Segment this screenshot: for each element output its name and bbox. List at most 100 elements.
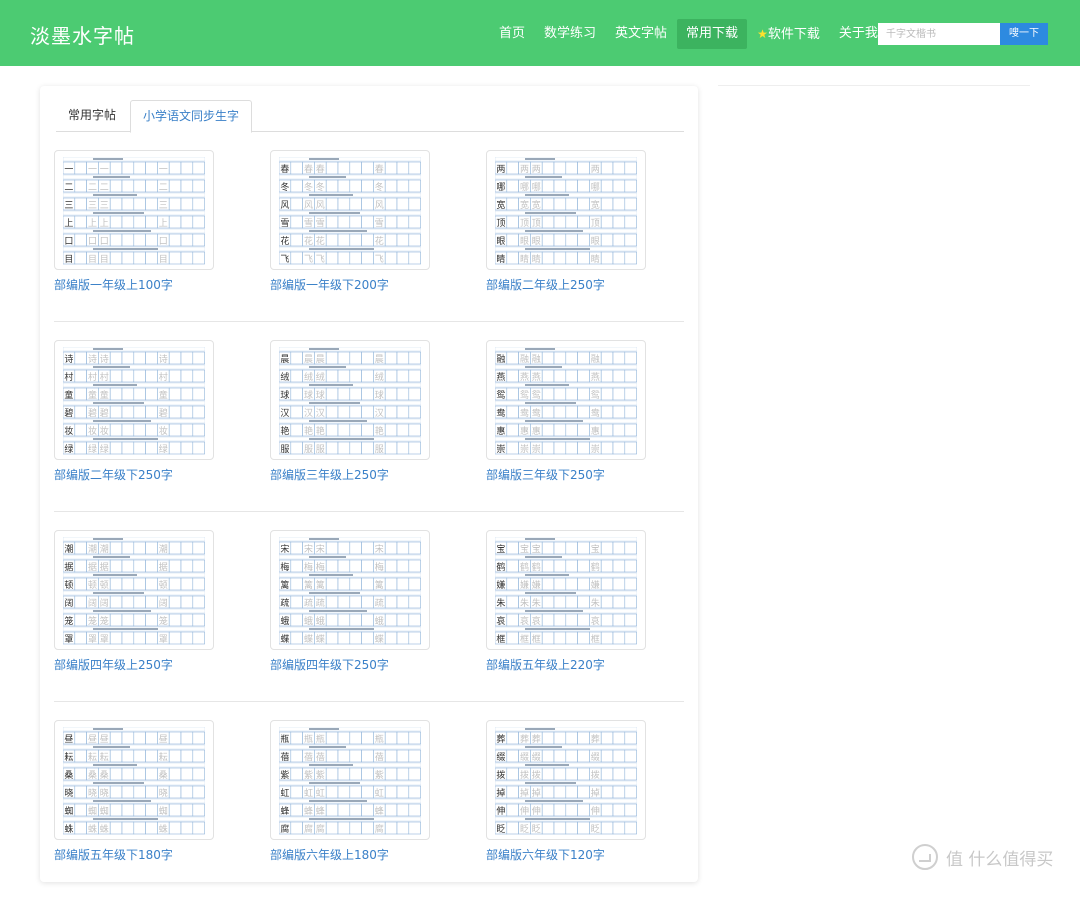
practice-character: 顿: [159, 579, 168, 591]
practice-cell: [384, 161, 398, 175]
practice-cell: [553, 631, 567, 645]
practice-cell: [577, 179, 590, 193]
copybook-card[interactable]: 晨晨晨晨绒绒绒绒球球球球汉汉汉汉艳艳艳艳服服服服 部编版三年级上250字: [270, 340, 430, 483]
practice-cell: [168, 233, 182, 247]
practice-character: 耘: [64, 752, 73, 763]
practice-cell: [109, 767, 123, 781]
practice-cell: [133, 179, 146, 193]
copybook-card[interactable]: 两两两两哪哪哪哪宽宽宽宽顶顶顶顶眼眼眼眼睛睛睛睛 部编版二年级上250字: [486, 150, 646, 293]
copybook-card[interactable]: 春春春春冬冬冬冬风风风风雪雪雪雪花花花花飞飞飞飞 部编版一年级下200字: [270, 150, 430, 293]
copybook-thumbnail[interactable]: 昼昼昼昼耘耘耘耘桑桑桑桑晓晓晓晓蜘蜘蜘蜘蛛蛛蛛蛛: [54, 720, 214, 840]
practice-cell: [506, 731, 519, 745]
practice-cell: [384, 595, 398, 609]
copybook-card[interactable]: 一一一一二二二二三三三三上上上上口口口口目目目目 部编版一年级上100字: [54, 150, 214, 293]
practice-cell: [180, 767, 194, 781]
copybook-card[interactable]: 融融融融燕燕燕燕鸳鸳鸳鸳鸯鸯鸯鸯惠惠惠惠崇崇崇崇 部编版三年级下250字: [486, 340, 646, 483]
practice-cell: [565, 405, 578, 419]
copybook-card[interactable]: 葬葬葬葬缀缀缀缀拨拨拨拨掉掉掉掉伸伸伸伸眨眨眨眨 部编版六年级下120字: [486, 720, 646, 863]
practice-cell: [408, 785, 421, 799]
practice-character: 桑: [88, 770, 97, 781]
practice-character: 眨: [532, 824, 541, 835]
practice-cell: [408, 731, 421, 745]
copybook-thumbnail[interactable]: 晨晨晨晨绒绒绒绒球球球球汉汉汉汉艳艳艳艳服服服服: [270, 340, 430, 460]
copybook-card[interactable]: 宝宝宝宝鹤鹤鹤鹤嫌嫌嫌嫌朱朱朱朱哀哀哀哀框框框框 部编版五年级上220字: [486, 530, 646, 673]
copybook-thumbnail[interactable]: 诗诗诗诗村村村村童童童童碧碧碧碧妆妆妆妆绿绿绿绿: [54, 340, 214, 460]
copybook-title[interactable]: 部编版二年级下250字: [54, 466, 214, 483]
practice-cell: [145, 387, 158, 401]
copybook-card[interactable]: 诗诗诗诗村村村村童童童童碧碧碧碧妆妆妆妆绿绿绿绿 部编版二年级下250字: [54, 340, 214, 483]
copybook-card[interactable]: 昼昼昼昼耘耘耘耘桑桑桑桑晓晓晓晓蜘蜘蜘蜘蛛蛛蛛蛛 部编版五年级下180字: [54, 720, 214, 863]
copybook-title[interactable]: 部编版六年级上180字: [270, 846, 430, 863]
practice-cell: [396, 749, 410, 763]
nav-item-math[interactable]: 数学练习: [535, 19, 605, 49]
copybook-thumbnail[interactable]: 宝宝宝宝鹤鹤鹤鹤嫌嫌嫌嫌朱朱朱朱哀哀哀哀框框框框: [486, 530, 646, 650]
practice-character: 睛: [520, 254, 529, 265]
copybook-title[interactable]: 部编版五年级下180字: [54, 846, 214, 863]
stroke-order-strip: [309, 348, 339, 350]
practice-cell: [384, 405, 398, 419]
nav-item-downloads[interactable]: 常用下载: [677, 19, 748, 49]
tab-primary-chinese[interactable]: 小学语文同步生字: [130, 100, 253, 133]
copybook-thumbnail[interactable]: 一一一一二二二二三三三三上上上上口口口口目目目目: [54, 150, 214, 270]
practice-character: 鸯: [591, 407, 600, 419]
copybook-card[interactable]: 瓶瓶瓶瓶蓓蓓蓓蓓紫紫紫紫虹虹虹虹蜂蜂蜂蜂腐腐腐腐 部编版六年级上180字: [270, 720, 430, 863]
copybook-title[interactable]: 部编版五年级上220字: [486, 656, 646, 673]
practice-cell: [290, 251, 303, 265]
practice-cell: [612, 179, 626, 193]
copybook-title[interactable]: 部编版一年级下200字: [270, 276, 430, 293]
practice-cell: [600, 387, 614, 401]
search-input[interactable]: [878, 23, 1000, 45]
practice-cell: [145, 767, 158, 781]
practice-cell: [349, 731, 362, 745]
practice-cell: [384, 233, 398, 247]
practice-cell: [612, 197, 626, 211]
practice-cell: [577, 233, 590, 247]
practice-cell: [600, 595, 614, 609]
copybook-title[interactable]: 部编版四年级上250字: [54, 656, 214, 673]
practice-cell: [577, 423, 590, 437]
site-logo[interactable]: 淡墨水字帖: [30, 20, 135, 49]
copybook-thumbnail[interactable]: 融融融融燕燕燕燕鸳鸳鸳鸳鸯鸯鸯鸯惠惠惠惠崇崇崇崇: [486, 340, 646, 460]
practice-cell: [506, 387, 519, 401]
search-button[interactable]: 嗖一下: [1000, 23, 1048, 45]
copybook-title[interactable]: 部编版二年级上250字: [486, 276, 646, 293]
practice-cell: [553, 423, 567, 437]
practice-character: 朱: [591, 597, 600, 609]
practice-character: 上: [100, 218, 109, 229]
copybook-thumbnail[interactable]: 春春春春冬冬冬冬风风风风雪雪雪雪花花花花飞飞飞飞: [270, 150, 430, 270]
copybook-title[interactable]: 部编版一年级上100字: [54, 276, 214, 293]
copybook-title[interactable]: 部编版三年级上250字: [270, 466, 430, 483]
copybook-thumbnail[interactable]: 宋宋宋宋梅梅梅梅篱篱篱篱疏疏疏疏蛾蛾蛾蛾蝶蝶蝶蝶: [270, 530, 430, 650]
practice-cell: [384, 803, 398, 817]
copybook-card[interactable]: 潮潮潮潮据据据据顿顿顿顿阔阔阔阔笼笼笼笼罩罩罩罩 部编版四年级上250字: [54, 530, 214, 673]
stroke-order-strip: [309, 230, 367, 232]
practice-cell: [145, 197, 158, 211]
practice-character: 顿: [100, 579, 109, 591]
copybook-thumbnail[interactable]: 葬葬葬葬缀缀缀缀拨拨拨拨掉掉掉掉伸伸伸伸眨眨眨眨: [486, 720, 646, 840]
nav-item-english[interactable]: 英文字帖: [606, 19, 676, 49]
nav-item-software[interactable]: ★软件下载: [748, 19, 829, 49]
copybook-thumbnail[interactable]: 瓶瓶瓶瓶蓓蓓蓓蓓紫紫紫紫虹虹虹虹蜂蜂蜂蜂腐腐腐腐: [270, 720, 430, 840]
copybook-title[interactable]: 部编版四年级下250字: [270, 656, 430, 673]
tab-common-copybooks[interactable]: 常用字帖: [56, 100, 128, 131]
copybook-title[interactable]: 部编版三年级下250字: [486, 466, 646, 483]
practice-cell: [349, 595, 362, 609]
copybook-thumbnail[interactable]: 两两两两哪哪哪哪宽宽宽宽顶顶顶顶眼眼眼眼睛睛睛睛: [486, 150, 646, 270]
practice-character: 哪: [532, 182, 541, 193]
stroke-order-strip: [525, 420, 583, 422]
copybook-title[interactable]: 部编版六年级下120字: [486, 846, 646, 863]
practice-character: 融: [520, 354, 529, 365]
copybook-thumbnail[interactable]: 潮潮潮潮据据据据顿顿顿顿阔阔阔阔笼笼笼笼罩罩罩罩: [54, 530, 214, 650]
practice-cell: [600, 749, 614, 763]
practice-cell: [541, 387, 555, 401]
practice-cell: [74, 541, 87, 555]
copybook-card[interactable]: 宋宋宋宋梅梅梅梅篱篱篱篱疏疏疏疏蛾蛾蛾蛾蝶蝶蝶蝶 部编版四年级下250字: [270, 530, 430, 673]
practice-character: 罩: [159, 634, 168, 645]
nav-item-home[interactable]: 首页: [490, 19, 534, 49]
practice-cell: [180, 821, 194, 835]
practice-cell: [337, 559, 351, 573]
practice-cell: [121, 595, 135, 609]
stroke-order-strip: [309, 212, 360, 214]
practice-cell: [121, 803, 135, 817]
practice-cell: [396, 251, 410, 265]
